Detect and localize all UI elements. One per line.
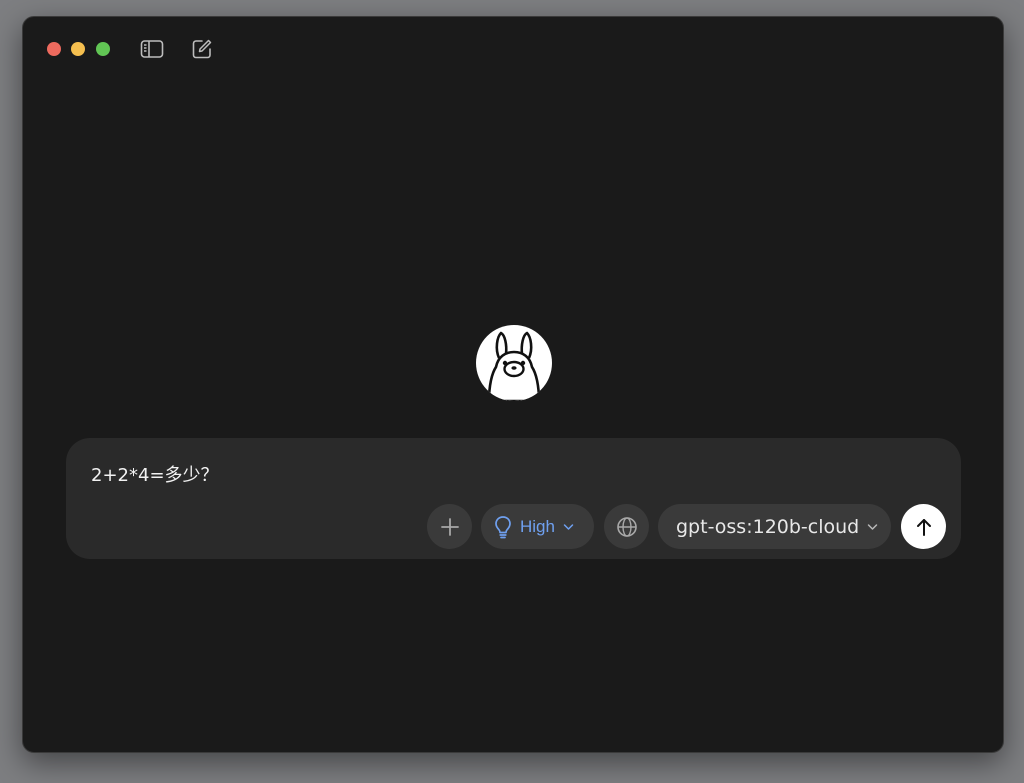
model-name-label: gpt-oss:120b-cloud bbox=[676, 515, 860, 538]
chevron-down-icon bbox=[867, 523, 878, 531]
lightbulb-icon bbox=[495, 515, 511, 538]
message-input[interactable]: 2+2*4=多少？ bbox=[91, 461, 219, 487]
thinking-level-dropdown[interactable]: High bbox=[481, 504, 594, 549]
globe-icon bbox=[616, 516, 637, 537]
sidebar-toggle-button[interactable] bbox=[139, 37, 165, 61]
maximize-window-button[interactable] bbox=[96, 42, 110, 56]
web-search-button[interactable] bbox=[604, 504, 649, 549]
app-window: 2+2*4=多少？ High gpt-oss:120b-cloud bbox=[22, 16, 1004, 753]
thinking-level-label: High bbox=[520, 516, 555, 536]
new-chat-button[interactable] bbox=[189, 37, 215, 61]
close-window-button[interactable] bbox=[47, 42, 61, 56]
message-composer: 2+2*4=多少？ High gpt-oss:120b-cloud bbox=[66, 438, 961, 559]
chevron-down-icon bbox=[563, 523, 574, 531]
plus-icon bbox=[440, 517, 459, 536]
model-selector-dropdown[interactable]: gpt-oss:120b-cloud bbox=[658, 504, 891, 549]
compose-icon bbox=[192, 39, 212, 59]
send-button[interactable] bbox=[901, 504, 946, 549]
llama-logo bbox=[476, 325, 552, 401]
arrow-up-icon bbox=[916, 518, 931, 536]
attach-button[interactable] bbox=[427, 504, 472, 549]
minimize-window-button[interactable] bbox=[71, 42, 85, 56]
sidebar-icon bbox=[140, 40, 164, 58]
